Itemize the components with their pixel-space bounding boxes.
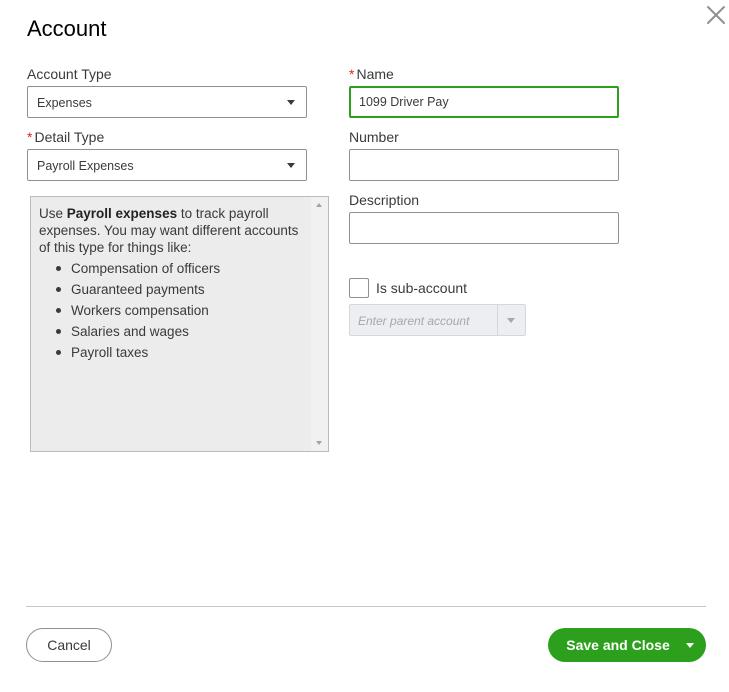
save-button-group: Save and Close — [548, 628, 706, 662]
description-input[interactable] — [349, 212, 619, 244]
number-input[interactable] — [349, 149, 619, 181]
detail-type-select[interactable]: Payroll Expenses — [27, 149, 307, 181]
cancel-button[interactable]: Cancel — [26, 628, 112, 662]
required-mark: * — [27, 129, 33, 145]
list-item: Salaries and wages — [56, 321, 311, 342]
parent-account-placeholder: Enter parent account — [358, 314, 470, 328]
description-label: Description — [349, 192, 420, 208]
list-item: Workers compensation — [56, 300, 311, 321]
required-mark: * — [349, 66, 355, 82]
detail-type-label: * Detail Type — [27, 129, 104, 145]
help-prefix: Use — [39, 206, 67, 221]
scroll-down-arrow-icon[interactable] — [316, 441, 322, 445]
name-input[interactable] — [349, 86, 619, 118]
list-item: Payroll taxes — [56, 342, 311, 363]
name-label: * Name — [349, 66, 394, 82]
account-type-select[interactable]: Expenses — [27, 86, 307, 118]
list-item: Guaranteed payments — [56, 279, 311, 300]
number-label: Number — [349, 129, 399, 145]
close-button[interactable] — [704, 3, 728, 27]
help-text: Use Payroll expenses to track payroll ex… — [39, 205, 311, 363]
parent-account-combobox: Enter parent account — [349, 304, 526, 336]
sub-account-checkbox[interactable] — [349, 278, 369, 298]
account-type-value: Expenses — [37, 96, 92, 110]
caret-down-icon — [686, 643, 694, 648]
help-list: Compensation of officers Guaranteed paym… — [39, 258, 311, 363]
dialog-title: Account — [27, 16, 107, 41]
footer-divider — [26, 606, 706, 607]
detail-type-value: Payroll Expenses — [37, 159, 134, 173]
list-item: Compensation of officers — [56, 258, 311, 279]
scroll-up-arrow-icon[interactable] — [316, 203, 322, 207]
sub-account-label: Is sub-account — [376, 280, 468, 296]
detail-type-label-text: Detail Type — [34, 129, 105, 145]
name-label-text: Name — [356, 66, 394, 82]
help-bold: Payroll expenses — [66, 206, 178, 221]
account-type-label: Account Type — [27, 66, 112, 82]
close-icon — [707, 6, 725, 24]
scrollbar[interactable] — [311, 197, 328, 451]
save-and-close-button[interactable]: Save and Close — [548, 628, 676, 662]
caret-down-icon — [507, 318, 515, 323]
caret-down-icon — [287, 100, 295, 105]
caret-down-icon — [287, 163, 295, 168]
combo-divider — [497, 305, 498, 335]
detail-type-description-panel[interactable]: Use Payroll expenses to track payroll ex… — [30, 196, 329, 452]
save-options-dropdown[interactable] — [676, 628, 706, 662]
